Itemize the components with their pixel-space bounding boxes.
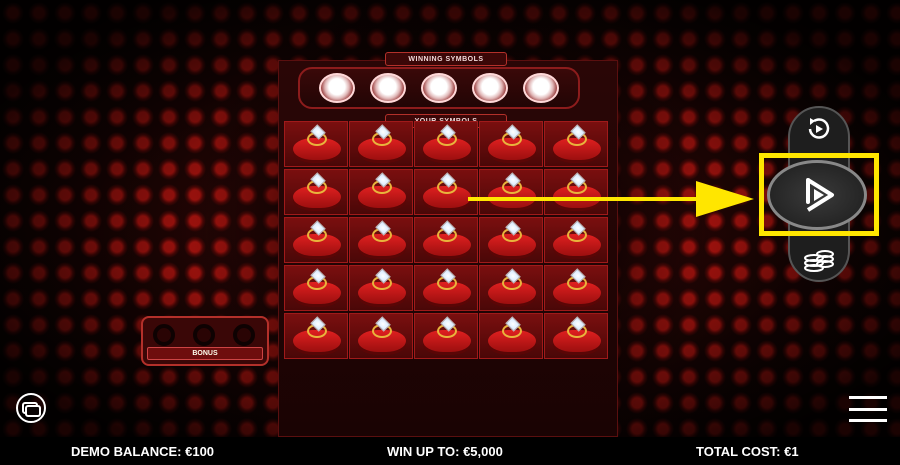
footer-bar: DEMO BALANCE: €100 WIN UP TO: €5,000 TOT… (0, 437, 900, 465)
winning-symbol-diamond-icon (370, 73, 407, 103)
symbol-cell[interactable] (349, 169, 413, 215)
symbol-cell[interactable] (349, 265, 413, 311)
symbol-cell[interactable] (284, 217, 348, 263)
bonus-slot-icon (153, 324, 175, 346)
symbol-cell[interactable] (414, 121, 478, 167)
hamburger-menu-bar (849, 407, 887, 411)
bonus-slot-icon (193, 324, 215, 346)
symbol-cell[interactable] (349, 217, 413, 263)
your-symbols-grid (284, 121, 608, 361)
symbol-cell[interactable] (284, 121, 348, 167)
symbol-cell[interactable] (544, 169, 608, 215)
paytable-icon (16, 393, 46, 423)
coins-icon (804, 250, 834, 272)
symbol-cell[interactable] (349, 121, 413, 167)
symbol-cell[interactable] (479, 217, 543, 263)
bet-amount-button[interactable] (800, 242, 838, 276)
winning-symbol-diamond-icon (319, 73, 356, 103)
symbol-cell[interactable] (544, 313, 608, 359)
symbol-cell[interactable] (284, 313, 348, 359)
symbol-cell[interactable] (284, 265, 348, 311)
symbol-cell[interactable] (414, 217, 478, 263)
bonus-label: BONUS (147, 347, 263, 360)
winning-symbol-diamond-icon (471, 73, 508, 103)
autoplay-icon (808, 118, 830, 139)
hamburger-menu-icon (849, 396, 887, 399)
annotation-arrow-line (468, 197, 700, 201)
winning-symbols-panel (298, 67, 580, 109)
hamburger-menu-bar (849, 419, 887, 422)
total-cost: TOTAL COST: €1 (696, 444, 799, 459)
winning-symbol-diamond-icon (522, 73, 559, 103)
bonus-slot-icon (233, 324, 255, 346)
win-up-to: WIN UP TO: €5,000 (387, 444, 503, 459)
annotation-highlight-box (759, 153, 879, 236)
symbol-cell[interactable] (414, 313, 478, 359)
symbol-cell[interactable] (414, 265, 478, 311)
autoplay-button[interactable] (800, 110, 838, 148)
winning-symbols-label: WINNING SYMBOLS (385, 52, 507, 66)
winning-symbol-diamond-icon (420, 73, 457, 103)
symbol-cell[interactable] (349, 313, 413, 359)
bonus-panel: BONUS (141, 316, 269, 366)
menu-button[interactable] (848, 396, 888, 422)
symbol-cell[interactable] (479, 313, 543, 359)
symbol-cell[interactable] (544, 217, 608, 263)
symbol-cell[interactable] (479, 265, 543, 311)
symbol-cell[interactable] (414, 169, 478, 215)
symbol-cell[interactable] (479, 121, 543, 167)
symbol-cell[interactable] (544, 265, 608, 311)
symbol-cell[interactable] (479, 169, 543, 215)
demo-balance: DEMO BALANCE: €100 (71, 444, 215, 459)
annotation-arrow-head-icon (696, 181, 754, 217)
symbol-cell[interactable] (284, 169, 348, 215)
paytable-button[interactable] (13, 392, 49, 424)
symbol-cell[interactable] (544, 121, 608, 167)
